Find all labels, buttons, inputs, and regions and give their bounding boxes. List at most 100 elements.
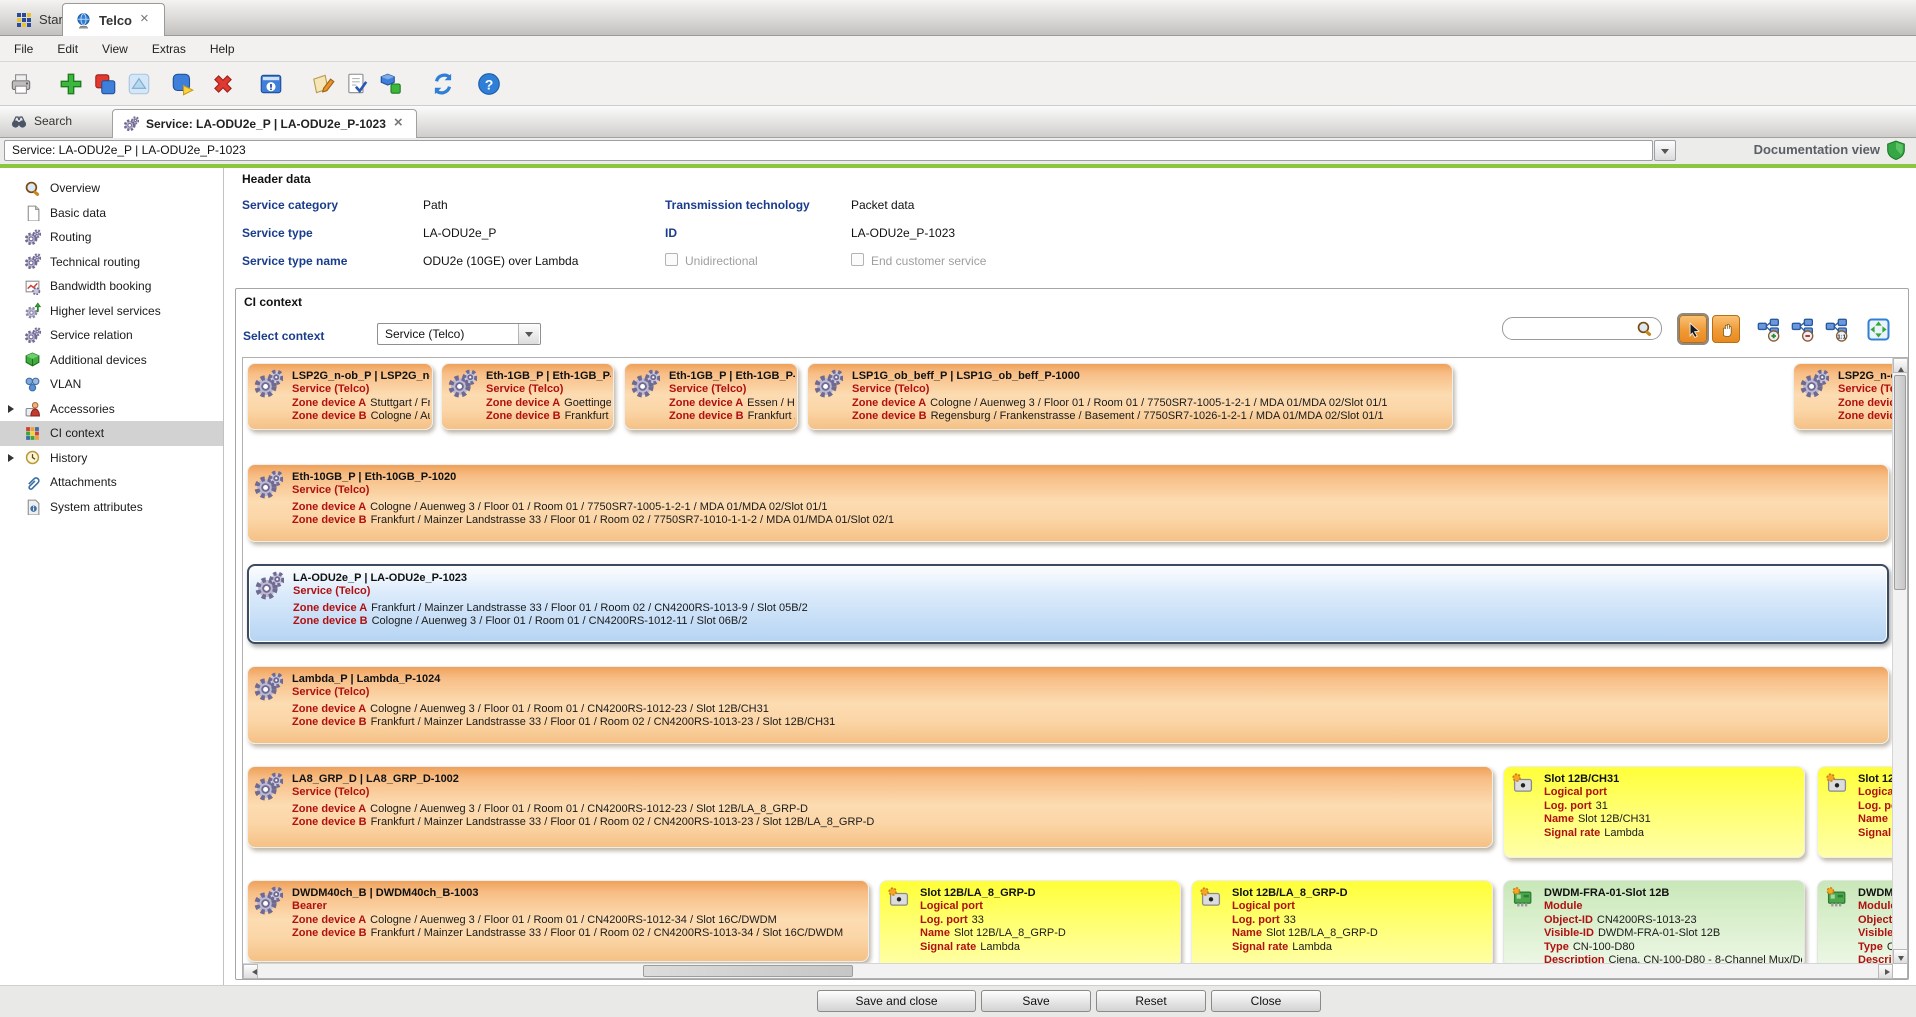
- start-action-button[interactable]: [168, 69, 198, 99]
- objects-button[interactable]: [376, 69, 406, 99]
- vertical-scrollbar[interactable]: [1892, 358, 1907, 964]
- select-context-dropdown[interactable]: Service (Telco): [377, 323, 541, 345]
- service-tab-close-icon[interactable]: [393, 118, 406, 131]
- ci-card-service[interactable]: LSP2G_n-ob_P | LSP2G_n-c Service (Telco)…: [247, 363, 433, 430]
- card-title: Slot 12B/CH31: [1544, 773, 1802, 786]
- horizontal-scrollbar[interactable]: [243, 963, 1893, 978]
- ci-card-service[interactable]: LSP1G_ob_beff_P | LSP1G_ob_beff_P-1000 S…: [807, 363, 1453, 430]
- pan-tool-button[interactable]: [1712, 315, 1740, 343]
- sidebar-item-history[interactable]: History: [0, 446, 223, 471]
- ci-card-logical-port[interactable]: Slot 12B/CH31 Logical port Log. port Nam…: [1817, 766, 1893, 858]
- print-button[interactable]: [6, 69, 36, 99]
- menu-edit[interactable]: Edit: [47, 38, 88, 60]
- sidebar-item-bandwidth-booking[interactable]: Bandwidth booking: [0, 274, 223, 299]
- menu-help[interactable]: Help: [200, 38, 245, 60]
- ci-card-service[interactable]: Eth-10GB_P | Eth-10GB_P-1020 Service (Te…: [247, 464, 1889, 542]
- card-field-row: Log. port33: [920, 914, 1178, 928]
- ci-card-service-selected[interactable]: LA-ODU2e_P | LA-ODU2e_P-1023 Service (Te…: [247, 564, 1889, 644]
- reset-button[interactable]: Reset: [1096, 990, 1206, 1012]
- end-customer-service-checkbox[interactable]: [851, 253, 864, 266]
- save-and-close-button[interactable]: Save and close: [817, 990, 976, 1012]
- copy-button[interactable]: [90, 69, 120, 99]
- ci-card-module[interactable]: DWDM-FRA-01-Slot 12B Module Object-IDCN4…: [1503, 880, 1805, 964]
- sidebar-item-technical-routing[interactable]: Technical routing: [0, 250, 223, 275]
- sidebar-item-system-attributes[interactable]: System attributes: [0, 495, 223, 520]
- help-button[interactable]: ?: [474, 69, 504, 99]
- card-title: LSP1G_ob_beff_P | LSP1G_ob_beff_P-1000: [852, 370, 1450, 383]
- scroll-up-button[interactable]: [1893, 358, 1908, 373]
- select-tool-button[interactable]: [1679, 315, 1707, 343]
- ci-graph-canvas[interactable]: LSP2G_n-ob_P | LSP2G_n-c Service (Telco)…: [243, 358, 1893, 964]
- fit-to-screen-button[interactable]: [1866, 317, 1891, 342]
- card-category: Service (Telco): [292, 786, 1490, 800]
- sidebar-item-overview[interactable]: Overview: [0, 176, 223, 201]
- sidebar-item-routing[interactable]: Routing: [0, 225, 223, 250]
- expand-icon[interactable]: [8, 405, 18, 413]
- sidebar-item-vlan[interactable]: VLAN: [0, 372, 223, 397]
- ci-card-service[interactable]: LA8_GRP_D | LA8_GRP_D-1002 Service (Telc…: [247, 766, 1493, 848]
- person-icon: [24, 400, 41, 417]
- ci-card-logical-port[interactable]: Slot 12B/LA_8_GRP-D Logical port Log. po…: [1191, 880, 1493, 964]
- sidebar-item-ci-context[interactable]: CI context: [0, 421, 223, 446]
- ci-card-service[interactable]: Eth-1GB_P | Eth-1GB_P-1039 Service (Telc…: [441, 363, 614, 430]
- ci-card-service[interactable]: LSP2G_n-ob_P Service (Telco) Zone device…: [1793, 363, 1893, 430]
- content-panel: Header data Service category Path Transm…: [225, 168, 1916, 985]
- vlan-circles-icon: [24, 376, 41, 393]
- sidebar-item-accessories[interactable]: Accessories: [0, 397, 223, 422]
- ci-card-service[interactable]: Eth-1GB_P | Eth-1GB_P-1040 Service (Telc…: [624, 363, 798, 430]
- new-button[interactable]: [56, 69, 86, 99]
- breadcrumb-dropdown-button[interactable]: [1654, 140, 1676, 161]
- scroll-right-button[interactable]: [1878, 964, 1893, 979]
- field-value: Slot 12B/LA_8_GRP-D: [954, 927, 1066, 939]
- sidebar-item-higher-level-services[interactable]: Higher level services: [0, 299, 223, 324]
- card-field-row: NameSlot 12B/LA_8_GRP-D: [1232, 927, 1490, 941]
- horizontal-scroll-thumb[interactable]: [643, 965, 853, 977]
- field-label: Visible-ID: [1858, 927, 1893, 939]
- field-value: 31: [1596, 800, 1608, 812]
- sidebar-item-attachments[interactable]: Attachments: [0, 470, 223, 495]
- ci-card-logical-port[interactable]: Slot 12B/LA_8_GRP-D Logical port Log. po…: [879, 880, 1181, 964]
- menu-view[interactable]: View: [92, 38, 138, 60]
- search-icon[interactable]: [1636, 320, 1653, 337]
- expand-icon[interactable]: [8, 454, 18, 462]
- refresh-button[interactable]: [428, 69, 458, 99]
- edit-note-button[interactable]: [308, 69, 338, 99]
- scroll-down-button[interactable]: [1893, 949, 1908, 964]
- unidirectional-checkbox[interactable]: [665, 253, 678, 266]
- search-tab[interactable]: Search: [10, 113, 72, 129]
- tab-close-icon[interactable]: [139, 14, 152, 27]
- zoom-out-graph-button[interactable]: [1790, 317, 1815, 342]
- menu-extras[interactable]: Extras: [142, 38, 196, 60]
- documentation-view-shield-icon[interactable]: [1886, 140, 1906, 161]
- card-category: Service (Telco): [852, 383, 1450, 397]
- close-button[interactable]: Close: [1211, 990, 1321, 1012]
- menu-file[interactable]: File: [4, 38, 43, 60]
- delete-button[interactable]: [208, 69, 238, 99]
- upload-button[interactable]: [124, 69, 154, 99]
- ci-context-title: CI context: [244, 295, 302, 309]
- sidebar-item-service-relation[interactable]: Service relation: [0, 323, 223, 348]
- ci-card-logical-port[interactable]: Slot 12B/CH31 Logical port Log. port31 N…: [1503, 766, 1805, 858]
- protocol-button[interactable]: [342, 69, 372, 99]
- tab-telco[interactable]: Telco: [62, 3, 165, 36]
- module-icon: [1825, 887, 1849, 909]
- save-button[interactable]: Save: [981, 990, 1091, 1012]
- object-info-button[interactable]: [256, 69, 286, 99]
- ci-card-module[interactable]: DWDM-CO Module Object-ID Visible-ID Type…: [1817, 880, 1893, 964]
- zoom-reset-graph-button[interactable]: 1:1: [1824, 317, 1849, 342]
- service-document-tab[interactable]: Service: LA-ODU2e_P | LA-ODU2e_P-1023: [112, 109, 417, 138]
- vertical-scroll-thumb[interactable]: [1894, 375, 1906, 590]
- port-icon: [1825, 773, 1849, 795]
- magnifier-icon: [24, 180, 41, 197]
- scroll-left-button[interactable]: [243, 964, 258, 979]
- zoom-in-graph-button[interactable]: [1756, 317, 1781, 342]
- ci-card-bearer[interactable]: DWDM40ch_B | DWDM40ch_B-1003 Bearer Zone…: [247, 880, 869, 962]
- select-context-dropdown-arrow[interactable]: [518, 324, 539, 344]
- sidebar-item-additional-devices[interactable]: Additional devices: [0, 348, 223, 373]
- ci-card-service[interactable]: Lambda_P | Lambda_P-1024 Service (Telco)…: [247, 666, 1889, 744]
- svg-text:?: ?: [485, 76, 494, 92]
- sidebar-item-label: Higher level services: [50, 304, 161, 318]
- field-value: DWDM-FRA-01-Slot 12B: [1598, 927, 1720, 939]
- sidebar-item-basic-data[interactable]: Basic data: [0, 201, 223, 226]
- breadcrumb-combobox[interactable]: Service: LA-ODU2e_P | LA-ODU2e_P-1023: [4, 140, 1653, 161]
